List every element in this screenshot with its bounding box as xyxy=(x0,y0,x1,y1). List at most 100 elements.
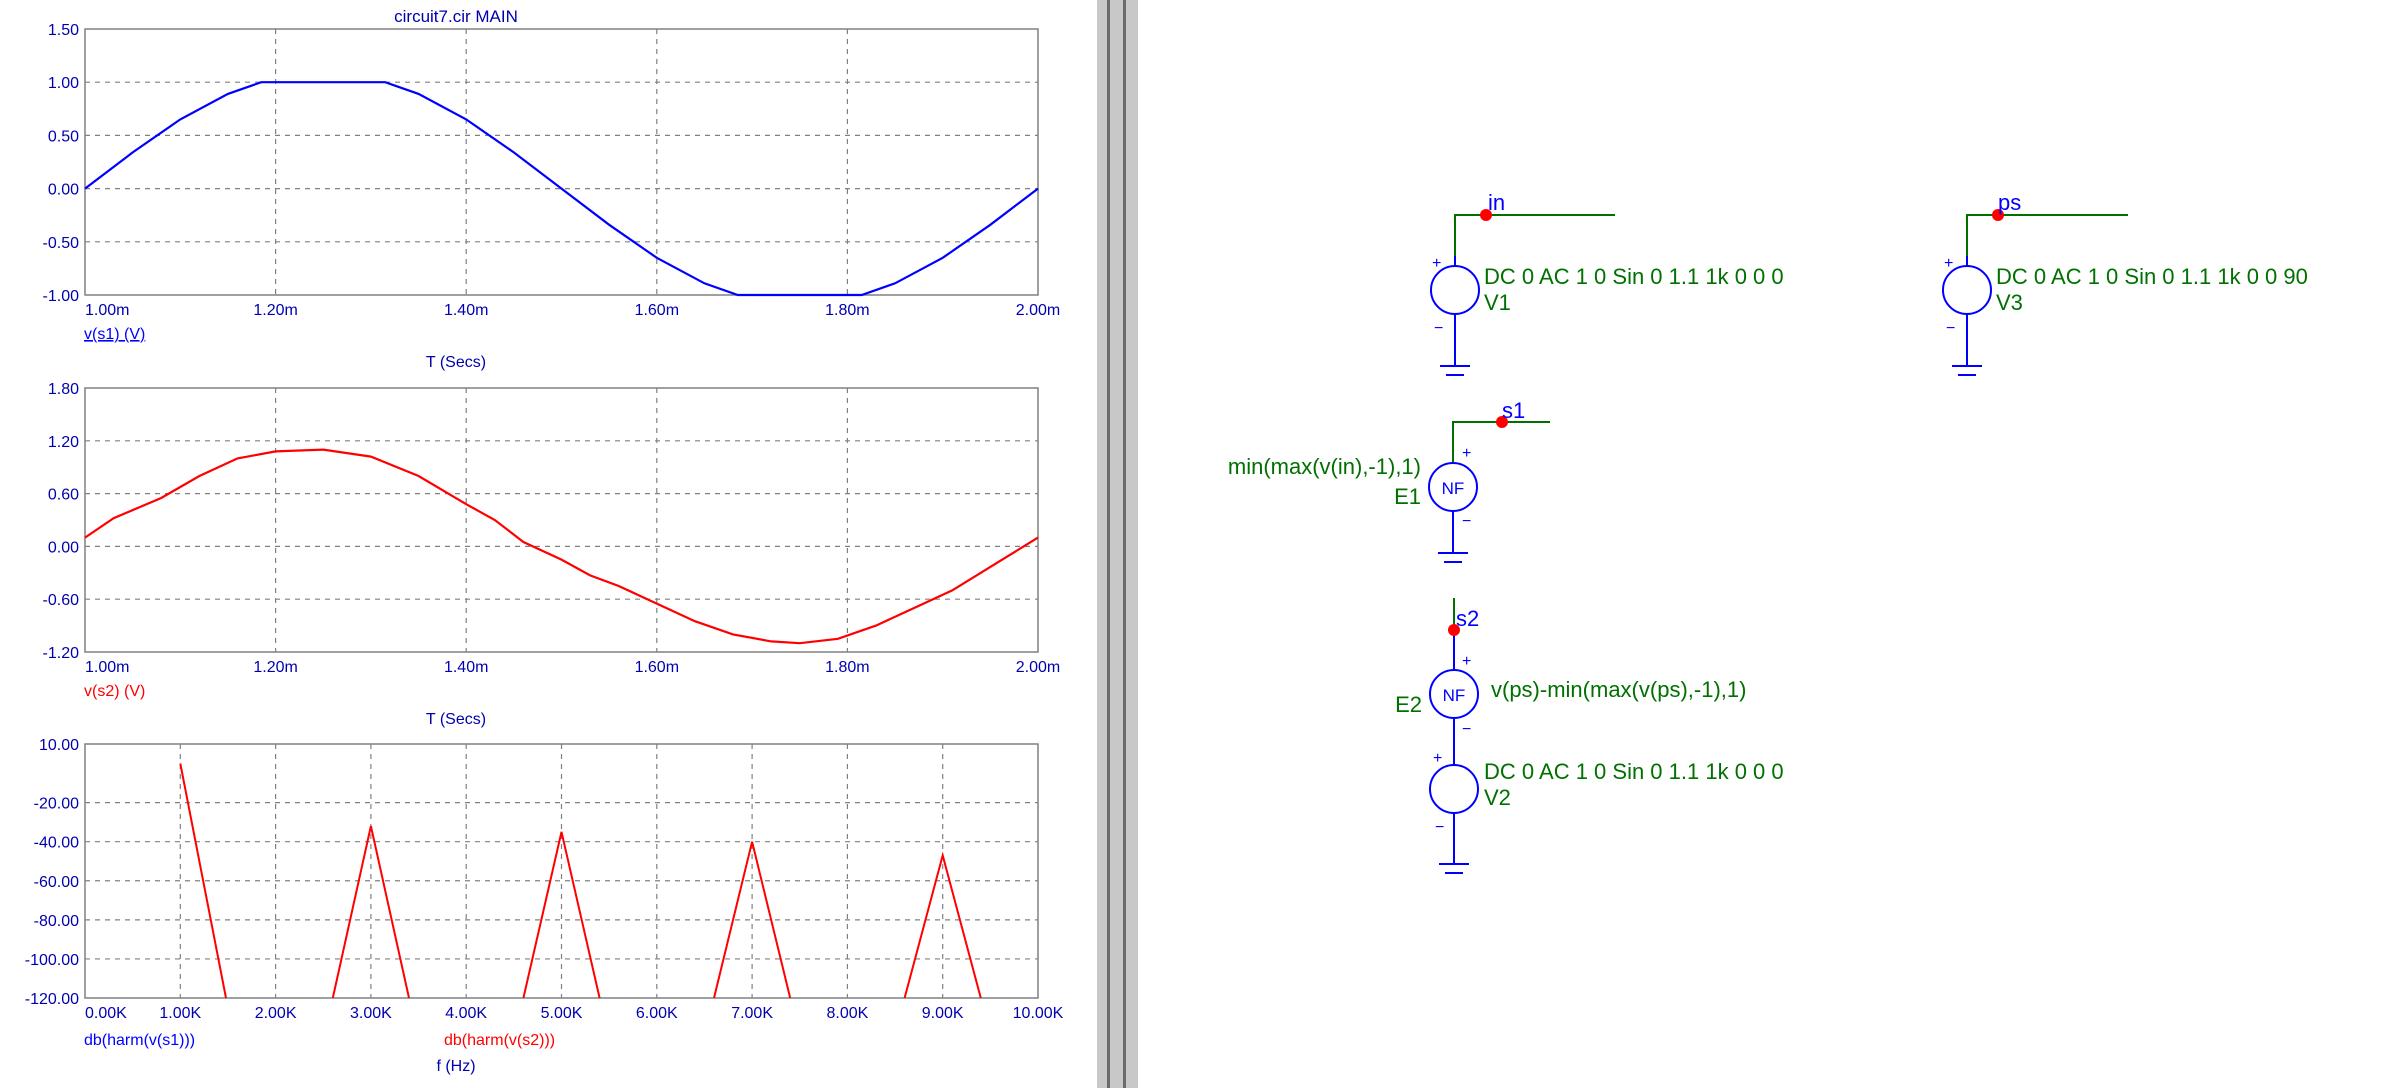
y-tick-label: -40.00 xyxy=(34,835,79,852)
y-tick-label: 0.00 xyxy=(48,539,79,556)
e2-minus: − xyxy=(1462,721,1471,738)
source-v2[interactable]: + − DC 0 AC 1 0 Sin 0 1.1 1k 0 0 0 V2 xyxy=(1429,718,1784,874)
y-tick-label: -0.50 xyxy=(43,235,80,252)
xlabel-chart1: T (Secs) xyxy=(426,354,486,371)
x-tick-label: 3.00K xyxy=(350,1005,392,1022)
x-tick-label: 0.00K xyxy=(85,1005,127,1022)
v3-plus: + xyxy=(1944,255,1953,272)
ground-icon xyxy=(1952,365,1982,376)
y-tick-label: 1.00 xyxy=(48,75,79,92)
wire-in xyxy=(1454,214,1615,256)
legend-harm-s1[interactable]: db(harm(v(s1))) xyxy=(84,1032,195,1049)
ground-icon xyxy=(1440,365,1470,376)
e1-expr[interactable]: min(max(v(in),-1),1) xyxy=(1228,454,1421,479)
splitter-line-right xyxy=(1123,0,1126,1088)
y-tick-label: 1.50 xyxy=(48,22,79,39)
source-v3[interactable]: + − ps DC 0 AC 1 0 Sin 0 1.1 1k 0 0 90 V… xyxy=(1942,190,2308,376)
x-tick-label: 2.00K xyxy=(255,1005,297,1022)
x-tick-label: 1.40m xyxy=(444,659,488,676)
x-tick-label: 10.00K xyxy=(1013,1005,1064,1022)
y-tick-label: 0.00 xyxy=(48,182,79,199)
ground-icon xyxy=(1439,863,1469,874)
ground-icon xyxy=(1438,552,1468,563)
chart-vs1-frame xyxy=(84,28,1039,296)
xlabel-chart3: f (Hz) xyxy=(436,1058,475,1075)
y-tick-label: 1.80 xyxy=(48,381,79,398)
node-label-ps[interactable]: ps xyxy=(1998,190,2021,215)
x-tick-label: 1.00K xyxy=(159,1005,201,1022)
splitter-bar[interactable] xyxy=(1095,0,1140,1088)
chart-harmonics[interactable]: 10.00 -20.00 -40.00 -60.00 -80.00 -100.00 -120… xyxy=(25,737,1064,1075)
v3-name[interactable]: V3 xyxy=(1996,290,2023,315)
node-label-s2[interactable]: s2 xyxy=(1456,606,1479,631)
wire-ps xyxy=(1966,214,2128,256)
y-tick-label: 0.60 xyxy=(48,487,79,504)
x-tick-label: 1.00m xyxy=(85,302,129,319)
e1-nf-label: NF xyxy=(1442,479,1465,498)
x-tick-label: 1.80m xyxy=(825,302,869,319)
y-tick-label: -20.00 xyxy=(34,796,79,813)
y-tick-label: -100.00 xyxy=(25,952,79,969)
v2-name[interactable]: V2 xyxy=(1484,785,1511,810)
e2-nf-label: NF xyxy=(1443,686,1466,705)
x-tick-label: 1.20m xyxy=(253,302,297,319)
v3-value[interactable]: DC 0 AC 1 0 Sin 0 1.1 1k 0 0 90 xyxy=(1996,264,2308,289)
x-tick-label: 1.00m xyxy=(85,659,129,676)
x-tick-label: 1.20m xyxy=(253,659,297,676)
e1-name[interactable]: E1 xyxy=(1394,484,1421,509)
x-tick-label: 1.80m xyxy=(825,659,869,676)
y-tick-label: 1.20 xyxy=(48,434,79,451)
v1-plus: + xyxy=(1432,255,1441,272)
y-tick-label: -1.00 xyxy=(43,288,80,305)
x-tick-label: 9.00K xyxy=(922,1005,964,1022)
harmonic-line xyxy=(331,825,410,999)
chart-vs2[interactable]: 1.80 1.20 0.60 0.00 -0.60 -1.20 1.00m 1.20m 1.4… xyxy=(43,381,1061,728)
plot-window: circuit7.cir MAIN 1.50 1.00 0.50 0.00 -0.50 -… xyxy=(25,7,1064,1075)
e1-plus: + xyxy=(1462,445,1471,462)
y-tick-label: -1.20 xyxy=(43,645,80,662)
y-tick-label: 0.50 xyxy=(48,128,79,145)
e1-minus: − xyxy=(1462,513,1471,530)
v1-minus: − xyxy=(1434,320,1443,337)
x-tick-label: 1.60m xyxy=(635,302,679,319)
v3-minus: − xyxy=(1946,320,1955,337)
v3-symbol xyxy=(1942,265,1992,315)
source-e2[interactable]: s2 NF + − v(ps)-min(max(v(ps),-1),1) E2 xyxy=(1395,598,1746,738)
v2-minus: − xyxy=(1435,819,1444,836)
chart-vs2-frame xyxy=(84,387,1039,653)
x-tick-label: 6.00K xyxy=(636,1005,678,1022)
legend-vs2[interactable]: v(s2) (V) xyxy=(84,683,145,700)
e2-expr[interactable]: v(ps)-min(max(v(ps),-1),1) xyxy=(1491,677,1746,702)
v1-value[interactable]: DC 0 AC 1 0 Sin 0 1.1 1k 0 0 0 xyxy=(1484,264,1784,289)
e2-plus: + xyxy=(1462,653,1471,670)
x-tick-label: 1.60m xyxy=(635,659,679,676)
y-tick-label: -0.60 xyxy=(43,592,80,609)
x-tick-label: 1.40m xyxy=(444,302,488,319)
v2-symbol xyxy=(1429,764,1479,814)
v1-symbol xyxy=(1430,265,1480,315)
legend-vs1[interactable]: v(s1) (V) xyxy=(84,326,145,343)
x-tick-label: 5.00K xyxy=(541,1005,583,1022)
plot-title: circuit7.cir MAIN xyxy=(394,7,518,26)
v2-value[interactable]: DC 0 AC 1 0 Sin 0 1.1 1k 0 0 0 xyxy=(1484,759,1784,784)
y-tick-label: -60.00 xyxy=(34,874,79,891)
splitter-line-left xyxy=(1107,0,1110,1088)
x-tick-label: 7.00K xyxy=(731,1005,773,1022)
e2-name[interactable]: E2 xyxy=(1395,692,1422,717)
chart-harmonics-frame xyxy=(84,743,1039,999)
chart-vs1[interactable]: 1.50 1.00 0.50 0.00 -0.50 -1.00 1.00m 1.20m 1.4… xyxy=(43,22,1061,371)
v2-plus: + xyxy=(1433,750,1442,767)
node-label-in[interactable]: in xyxy=(1488,190,1505,215)
y-tick-label: 10.00 xyxy=(39,737,79,754)
x-tick-label: 8.00K xyxy=(826,1005,868,1022)
source-e1[interactable]: NF + − s1 min(max(v(in),-1),1) E1 xyxy=(1228,398,1550,563)
source-v1[interactable]: + − in DC 0 AC 1 0 Sin 0 1.1 1k 0 0 0 V1 xyxy=(1430,190,1784,376)
y-tick-label: -120.00 xyxy=(25,991,79,1008)
x-tick-label: 2.00m xyxy=(1016,302,1060,319)
x-tick-label: 4.00K xyxy=(445,1005,487,1022)
node-label-s1[interactable]: s1 xyxy=(1502,398,1525,423)
y-tick-label: -80.00 xyxy=(34,913,79,930)
legend-harm-s2[interactable]: db(harm(v(s2))) xyxy=(444,1032,555,1049)
v1-name[interactable]: V1 xyxy=(1484,290,1511,315)
schematic-editor[interactable]: + − in DC 0 AC 1 0 Sin 0 1.1 1k 0 0 0 V1… xyxy=(1140,0,2401,1088)
